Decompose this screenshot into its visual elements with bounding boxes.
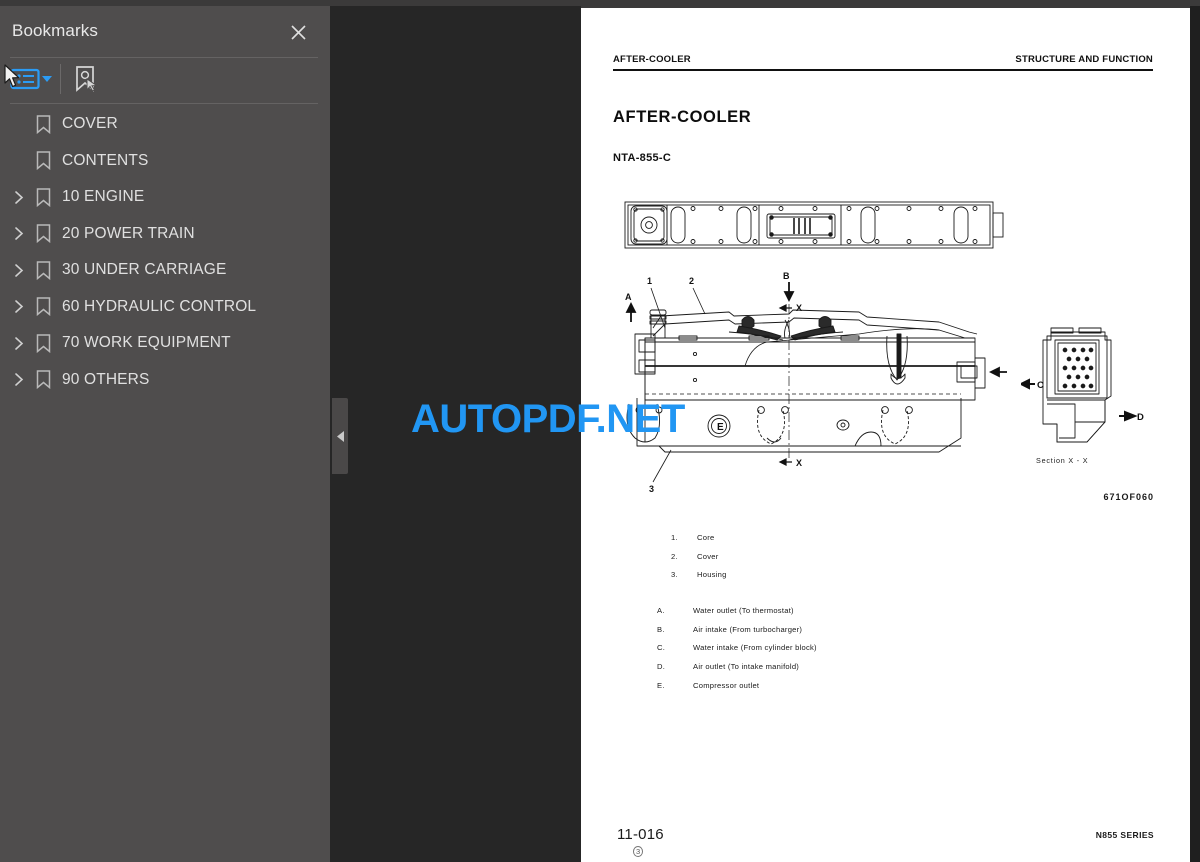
toolbar-separator bbox=[60, 64, 61, 94]
bookmarks-panel-title: Bookmarks bbox=[12, 21, 98, 40]
chevron-down-icon[interactable] bbox=[42, 75, 52, 83]
list-options-icon[interactable] bbox=[10, 67, 40, 91]
toolbar-divider bbox=[10, 103, 318, 104]
page-subtitle: NTA-855-C bbox=[613, 152, 672, 164]
bookmark-item-6[interactable]: 70 WORK EQUIPMENT bbox=[0, 325, 330, 362]
bookmark-item-5[interactable]: 60 HYDRAULIC CONTROL bbox=[0, 289, 330, 326]
legend-key: 1. bbox=[671, 533, 678, 542]
close-icon[interactable] bbox=[286, 20, 310, 44]
bookmark-icon bbox=[30, 150, 56, 172]
svg-text:2: 2 bbox=[689, 276, 694, 286]
legend-row: A. Water outlet (To thermostat) bbox=[657, 606, 1087, 625]
pdf-viewer-window: Bookmarks COVER CONTENTS 10 ENGINE 20 PO… bbox=[0, 0, 1200, 862]
viewer-gutter bbox=[330, 6, 581, 862]
bookmarks-tree: COVER CONTENTS 10 ENGINE 20 POWER TRAIN … bbox=[0, 106, 330, 398]
chevron-right-icon[interactable] bbox=[8, 369, 30, 391]
page-running-head: AFTER-COOLER STRUCTURE AND FUNCTION bbox=[613, 54, 1153, 71]
chevron-right-icon[interactable] bbox=[8, 223, 30, 245]
bookmarks-toolbar bbox=[0, 58, 330, 104]
svg-text:C: C bbox=[1037, 380, 1044, 391]
legend-text: Compressor outlet bbox=[693, 680, 760, 690]
legend-row: C. Water intake (From cylinder block) bbox=[657, 643, 1087, 662]
figure-id: 671OF060 bbox=[1103, 492, 1154, 502]
legend-row: 3. Housing bbox=[671, 570, 1091, 589]
svg-text:3: 3 bbox=[649, 484, 654, 494]
running-head-right: STRUCTURE AND FUNCTION bbox=[1015, 54, 1153, 65]
bookmark-item-label: 30 UNDER CARRIAGE bbox=[62, 261, 227, 279]
pdf-page: AFTER-COOLER STRUCTURE AND FUNCTION AFTE… bbox=[581, 8, 1190, 862]
legend-row: B. Air intake (From turbocharger) bbox=[657, 625, 1087, 644]
legend-key: B. bbox=[657, 624, 665, 634]
page-right-edge bbox=[1190, 6, 1200, 862]
legend-text: Cover bbox=[697, 551, 719, 561]
legend-key: E. bbox=[657, 680, 665, 690]
legend-text: Water outlet (To thermostat) bbox=[693, 606, 794, 615]
legend-key: C. bbox=[657, 643, 666, 653]
collapse-left-icon[interactable] bbox=[332, 398, 348, 474]
legend-row: 1. Core bbox=[671, 533, 1091, 552]
bookmark-item-label: 90 OTHERS bbox=[62, 370, 150, 388]
legend-key: D. bbox=[657, 662, 666, 672]
bookmark-item-7[interactable]: 90 OTHERS bbox=[0, 362, 330, 399]
new-bookmark-icon[interactable] bbox=[72, 64, 100, 94]
chevron-right-icon[interactable] bbox=[8, 259, 30, 281]
bookmarks-sidebar: Bookmarks COVER CONTENTS 10 ENGINE 20 PO… bbox=[0, 6, 330, 862]
svg-text:A: A bbox=[625, 292, 632, 302]
svg-text:1: 1 bbox=[647, 276, 652, 286]
chevron-right-icon[interactable] bbox=[8, 296, 30, 318]
chevron-right-icon[interactable] bbox=[8, 332, 30, 354]
bookmark-item-1[interactable]: CONTENTS bbox=[0, 143, 330, 180]
bookmark-item-3[interactable]: 20 POWER TRAIN bbox=[0, 216, 330, 253]
svg-text:X: X bbox=[796, 303, 802, 313]
legend-row: E. Compressor outlet bbox=[657, 681, 1087, 700]
legend-lettered: A. Water outlet (To thermostat) B. Air i… bbox=[657, 606, 1087, 699]
running-head-left: AFTER-COOLER bbox=[613, 54, 691, 65]
section-x-x-drawing: C D bbox=[1018, 326, 1151, 461]
bookmark-item-label: COVER bbox=[62, 115, 118, 133]
page-title: AFTER-COOLER bbox=[613, 108, 752, 126]
legend-numbered: 1. Core 2. Cover 3. Housing bbox=[671, 533, 1091, 589]
page-number: 11-016 bbox=[617, 826, 664, 843]
bookmark-item-label: 70 WORK EQUIPMENT bbox=[62, 334, 231, 352]
after-cooler-side-view-drawing: 1 2 3 A B X X E bbox=[609, 270, 1009, 505]
bookmark-item-label: 60 HYDRAULIC CONTROL bbox=[62, 297, 257, 315]
bookmark-item-label: 10 ENGINE bbox=[62, 188, 145, 206]
legend-text: Water intake (From cylinder block) bbox=[693, 643, 817, 653]
legend-row: 2. Cover bbox=[671, 552, 1091, 571]
bookmark-item-label: 20 POWER TRAIN bbox=[62, 224, 195, 242]
svg-text:X: X bbox=[796, 458, 802, 468]
legend-text: Air intake (From turbocharger) bbox=[693, 624, 803, 634]
running-head-rule bbox=[613, 69, 1153, 71]
bookmark-icon bbox=[30, 113, 56, 135]
bookmark-icon bbox=[30, 223, 56, 245]
bookmark-item-4[interactable]: 30 UNDER CARRIAGE bbox=[0, 252, 330, 289]
bookmarks-header: Bookmarks bbox=[0, 6, 330, 58]
bookmark-icon bbox=[30, 186, 56, 208]
svg-text:D: D bbox=[1137, 412, 1144, 423]
bookmark-icon bbox=[30, 369, 56, 391]
after-cooler-top-view-drawing bbox=[609, 196, 1009, 261]
svg-text:B: B bbox=[783, 271, 790, 281]
bookmark-item-2[interactable]: 10 ENGINE bbox=[0, 179, 330, 216]
legend-text: Housing bbox=[697, 570, 727, 580]
legend-key: 2. bbox=[671, 551, 678, 561]
legend-row: D. Air outlet (To intake manifold) bbox=[657, 662, 1087, 681]
bookmark-item-0[interactable]: COVER bbox=[0, 106, 330, 143]
legend-key: A. bbox=[657, 606, 665, 615]
revision-mark: 3 bbox=[633, 846, 644, 857]
series-label: N855 SERIES bbox=[1095, 830, 1154, 840]
section-view-label: Section X - X bbox=[1036, 456, 1089, 465]
bookmark-item-label: CONTENTS bbox=[62, 151, 149, 169]
bookmark-icon bbox=[30, 259, 56, 281]
bookmark-icon bbox=[30, 332, 56, 354]
chevron-right-icon[interactable] bbox=[8, 186, 30, 208]
legend-text: Air outlet (To intake manifold) bbox=[693, 662, 800, 672]
bookmark-icon bbox=[30, 296, 56, 318]
svg-text:E: E bbox=[717, 422, 724, 433]
legend-key: 3. bbox=[671, 570, 678, 580]
legend-text: Core bbox=[697, 533, 715, 542]
